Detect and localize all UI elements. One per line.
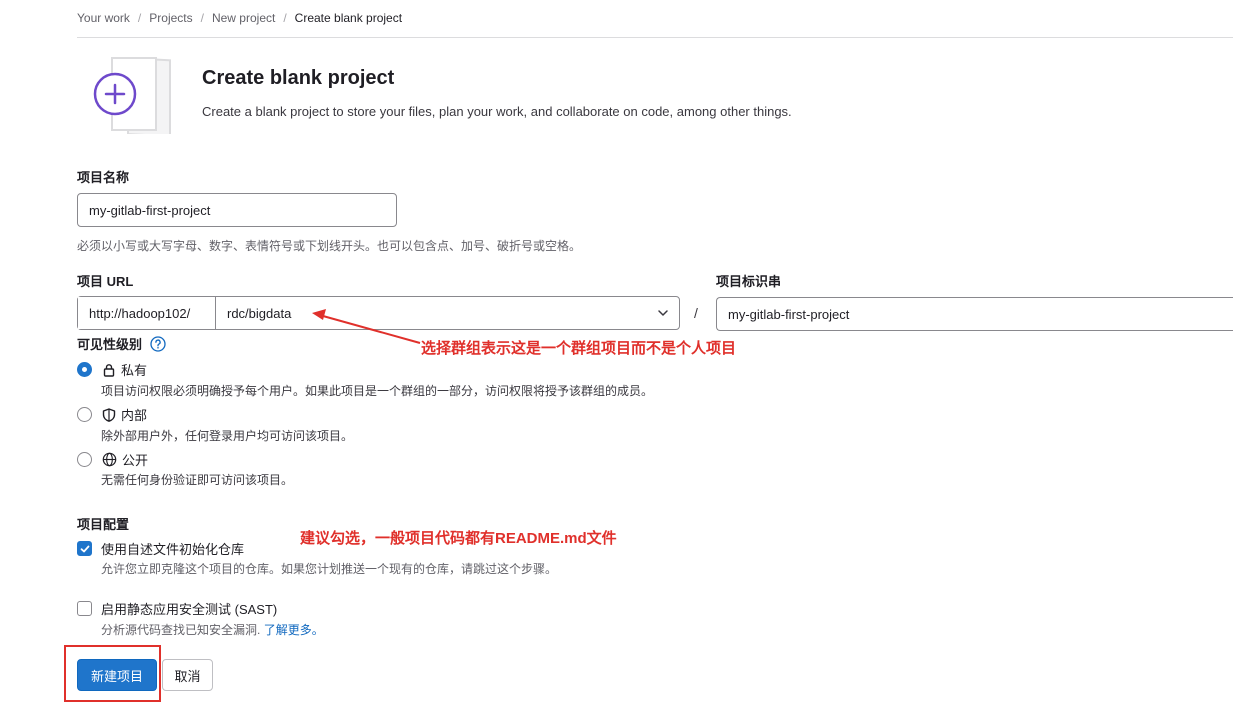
visibility-public-label: 公开 <box>122 453 149 468</box>
project-config-label: 项目配置 <box>77 517 130 532</box>
breadcrumb-current: Create blank project <box>294 11 403 25</box>
project-name-input[interactable]: my-gitlab-first-project <box>77 193 397 227</box>
visibility-option-internal[interactable]: 内部 <box>77 405 147 424</box>
sast-checkbox[interactable] <box>77 601 92 616</box>
readme-option[interactable]: 使用自述文件初始化仓库 <box>77 539 244 558</box>
visibility-private-label: 私有 <box>121 363 148 378</box>
blank-project-illustration <box>93 57 171 134</box>
lock-icon <box>103 363 115 377</box>
shield-icon <box>102 407 116 422</box>
breadcrumb-new-project[interactable]: New project <box>212 11 275 25</box>
header-divider <box>77 37 1233 38</box>
check-icon <box>80 545 89 552</box>
sast-option[interactable]: 启用静态应用安全测试 (SAST) <box>77 599 277 618</box>
namespace-select[interactable]: rdc/bigdata <box>216 297 679 329</box>
project-slug-label: 项目标识串 <box>716 274 782 289</box>
question-circle-icon[interactable] <box>149 336 166 352</box>
namespace-select-value: rdc/bigdata <box>227 305 292 321</box>
project-name-label: 项目名称 <box>77 170 130 185</box>
visibility-option-public[interactable]: 公开 <box>77 450 148 469</box>
project-slug-input[interactable]: my-gitlab-first-project <box>716 297 1233 331</box>
breadcrumb-separator: / <box>137 11 142 25</box>
project-url-label: 项目 URL <box>77 274 134 289</box>
visibility-label: 可见性级别 <box>77 334 166 353</box>
sast-label: 启用静态应用安全测试 (SAST) <box>101 602 278 617</box>
page-subtitle: Create a blank project to store your fil… <box>202 104 792 119</box>
sast-desc: 分析源代码查找已知安全漏洞. 了解更多。 <box>101 621 324 638</box>
readme-desc: 允许您立即克隆这个项目的仓库。如果您计划推送一个现有的仓库，请跳过这个步骤。 <box>101 562 558 576</box>
visibility-public-desc: 无需任何身份验证即可访问该项目。 <box>101 473 294 487</box>
radio-internal[interactable] <box>77 407 92 422</box>
visibility-option-private[interactable]: 私有 <box>77 360 147 379</box>
globe-icon <box>102 452 117 467</box>
learn-more-link[interactable]: 了解更多。 <box>264 623 324 637</box>
chevron-down-icon <box>658 310 668 316</box>
visibility-internal-label: 内部 <box>121 408 148 423</box>
annotation-readme-note: 建议勾选，一般项目代码都有README.md文件 <box>300 530 617 547</box>
visibility-internal-desc: 除外部用户外，任何登录用户均可访问该项目。 <box>101 429 354 443</box>
visibility-private-desc: 项目访问权限必须明确授予每个用户。如果此项目是一个群组的一部分，访问权限将授予该… <box>101 384 654 398</box>
breadcrumb-your-work[interactable]: Your work <box>77 11 130 25</box>
project-url-group: http://hadoop102/ rdc/bigdata <box>77 296 680 330</box>
visibility-label-text: 可见性级别 <box>77 337 143 352</box>
breadcrumb: Your work / Projects / New project / Cre… <box>77 10 402 26</box>
page-title: Create blank project <box>202 67 395 89</box>
project-name-help: 必须以小写或大写字母、数字、表情符号或下划线开头。也可以包含点、加号、破折号或空… <box>77 239 582 253</box>
annotation-group-note: 选择群组表示这是一个群组项目而不是个人项目 <box>421 340 737 357</box>
create-project-button[interactable]: 新建项目 <box>77 659 157 691</box>
readme-label: 使用自述文件初始化仓库 <box>101 542 245 557</box>
breadcrumb-projects[interactable]: Projects <box>149 11 192 25</box>
sast-desc-text: 分析源代码查找已知安全漏洞. <box>101 623 261 637</box>
project-url-prefix: http://hadoop102/ <box>78 297 216 329</box>
breadcrumb-separator: / <box>283 11 287 25</box>
readme-checkbox[interactable] <box>77 541 92 556</box>
breadcrumb-separator: / <box>200 11 204 25</box>
url-separator: / <box>694 305 698 321</box>
radio-private[interactable] <box>77 362 92 377</box>
cancel-button[interactable]: 取消 <box>162 659 213 691</box>
radio-public[interactable] <box>77 452 92 467</box>
